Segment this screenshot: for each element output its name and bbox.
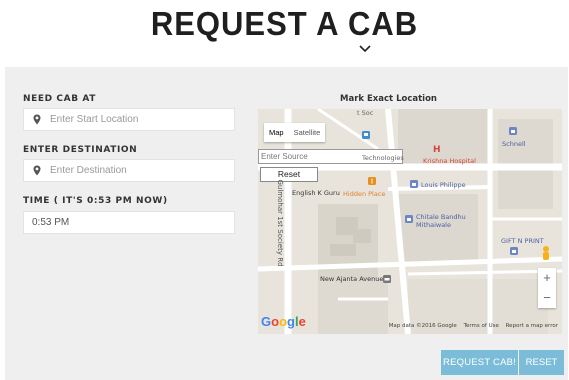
destination-label: ENTER DESTINATION	[23, 145, 138, 155]
pickup-input[interactable]	[50, 114, 230, 125]
map-label-chitale: Chitale Bandhu	[416, 213, 466, 221]
map-label-partial: t Soc	[357, 109, 374, 117]
zoom-out-button[interactable]: −	[538, 288, 556, 308]
map-data-text: Map data ©2016 Google	[388, 323, 457, 329]
map-road-label: Gulmohar 1st Society Rd	[276, 179, 284, 267]
zoom-in-button[interactable]: +	[538, 268, 556, 288]
map-title: Mark Exact Location	[340, 94, 437, 104]
destination-input[interactable]	[50, 165, 230, 176]
time-input[interactable]	[32, 217, 227, 228]
map-label-chitale-2: Mithaiwale	[416, 221, 451, 229]
shopping-icon	[509, 127, 517, 137]
shopping-icon	[405, 215, 413, 225]
map-label-tech: Technologies P...	[362, 154, 404, 162]
location-pin-icon	[24, 160, 50, 181]
map-type-control[interactable]: Map Satellite	[264, 123, 326, 142]
request-cab-button[interactable]: REQUEST CAB!	[441, 350, 518, 375]
transit-icon	[362, 131, 370, 141]
map-label-louis: Louis Philippe	[421, 181, 466, 189]
map-label-ajanta: New Ajanta Avenue	[320, 275, 384, 283]
location-map[interactable]: Map Satellite Reset t Soc Technologies P…	[258, 109, 562, 334]
map-attribution: Map data ©2016 Google Terms of Use Repor…	[384, 323, 558, 329]
pickup-label: NEED CAB AT	[23, 94, 97, 104]
page-title: REQUEST A CAB	[150, 4, 419, 43]
reset-button[interactable]: RESET	[519, 350, 564, 375]
map-reset-button[interactable]: Reset	[260, 167, 318, 182]
map-label-gift: GIFT N PRINT	[501, 237, 544, 245]
map-type-map[interactable]: Map	[264, 128, 289, 137]
destination-field[interactable]	[23, 159, 235, 182]
lodging-icon	[383, 275, 391, 285]
location-pin-icon	[24, 109, 50, 130]
map-label-schnell: Schnell	[502, 140, 526, 148]
terms-link[interactable]: Terms of Use	[464, 323, 499, 329]
map-label-hidden-place: Hidden Place	[343, 190, 386, 198]
zoom-control[interactable]: + −	[538, 268, 556, 308]
street-view-pegman-icon[interactable]	[539, 245, 553, 265]
report-error-link[interactable]: Report a map error	[506, 323, 558, 329]
chevron-down-icon[interactable]	[358, 44, 372, 54]
google-logo: Google	[261, 314, 306, 329]
hospital-marker: H	[433, 145, 441, 155]
time-label: TIME ( IT'S 0:53 PM NOW)	[23, 196, 168, 206]
restaurant-icon	[368, 177, 376, 187]
time-field[interactable]	[23, 211, 235, 234]
map-type-satellite[interactable]: Satellite	[289, 128, 326, 137]
shopping-icon	[510, 247, 518, 257]
map-label-english-guru: English K Guru	[292, 189, 340, 197]
map-label-hospital: Krishna Hospital	[423, 157, 476, 165]
pickup-field[interactable]	[23, 108, 235, 131]
shopping-icon	[410, 180, 418, 190]
